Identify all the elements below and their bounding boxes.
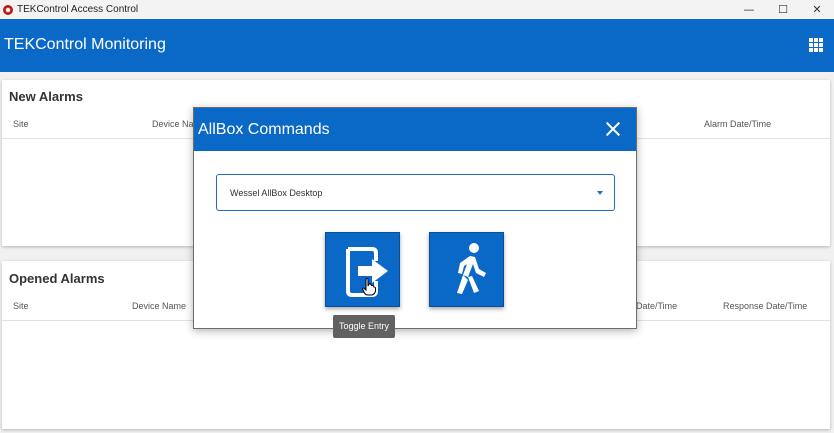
app-header: TEKControl Monitoring (0, 19, 834, 72)
hand-cursor-icon (362, 278, 376, 296)
minimize-button[interactable]: — (732, 0, 766, 19)
column-header-date-time[interactable]: Date/Time (636, 301, 677, 311)
column-header-site[interactable]: Site (13, 301, 29, 311)
walk-through-button[interactable] (429, 232, 504, 307)
app-title: TEKControl Monitoring (4, 36, 166, 53)
dialog-title: AllBox Commands (198, 121, 330, 138)
column-header-alarm-date-time[interactable]: Alarm Date/Time (704, 119, 771, 129)
column-header-device-name[interactable]: Device Name (132, 301, 186, 311)
toggle-entry-tooltip: Toggle Entry (333, 315, 396, 338)
close-icon[interactable] (604, 120, 622, 138)
walking-person-icon (457, 243, 486, 294)
device-select[interactable]: Wessel AllBox Desktop (216, 174, 615, 211)
opened-alarms-title: Opened Alarms (9, 271, 105, 286)
apps-grid-icon[interactable] (809, 38, 823, 52)
close-window-button[interactable]: ✕ (800, 0, 834, 19)
maximize-button[interactable]: ☐ (766, 0, 800, 19)
column-header-device-name[interactable]: Device Na (152, 119, 194, 129)
new-alarms-title: New Alarms (9, 89, 83, 104)
column-header-site[interactable]: Site (13, 119, 29, 129)
dialog-header: AllBox Commands (194, 108, 636, 151)
window-controls: — ☐ ✕ (732, 0, 834, 19)
allbox-commands-dialog: AllBox Commands Wessel AllBox Desktop (193, 107, 637, 329)
door-exit-icon (346, 247, 388, 297)
chevron-down-icon (597, 191, 603, 195)
column-header-response-date-time[interactable]: Response Date/Time (723, 301, 807, 311)
window-title: TEKControl Access Control (17, 4, 139, 15)
device-select-value: Wessel AllBox Desktop (230, 188, 323, 198)
app-logo-icon (3, 4, 13, 15)
window-titlebar: TEKControl Access Control — ☐ ✕ (0, 0, 834, 19)
